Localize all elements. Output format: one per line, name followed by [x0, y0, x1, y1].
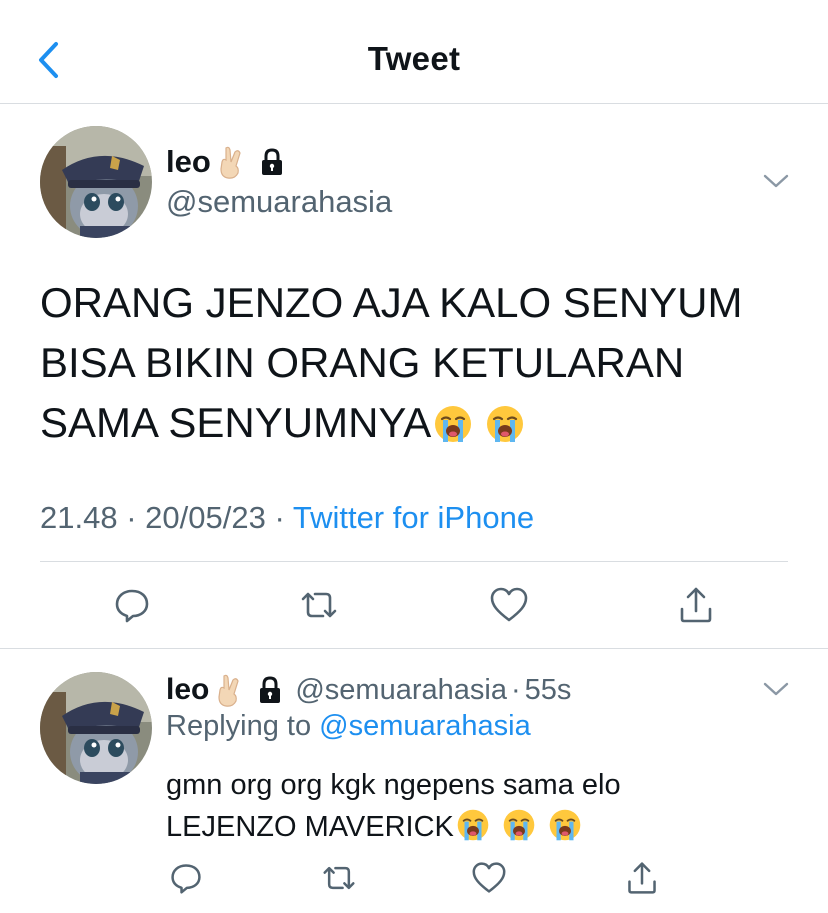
like-button[interactable] [487, 583, 531, 627]
divider [40, 561, 788, 562]
reply-text-line: gmn org org kgk ngepens sama elo [166, 769, 621, 801]
tweet-text: ORANG JENZO AJA KALO SENYUM BISA BIKIN O… [40, 273, 800, 453]
replying-to-mention[interactable]: @semuarahasia [319, 710, 531, 742]
meta-separator: · [274, 500, 285, 535]
retweet-button[interactable] [317, 856, 361, 900]
retweet-button[interactable] [297, 583, 341, 627]
reply-button[interactable] [164, 856, 208, 900]
replying-prefix: Replying to [166, 710, 312, 742]
author-name[interactable]: leo [166, 144, 211, 180]
reply-time-ago: 55s [524, 673, 572, 706]
lock-icon [261, 148, 282, 175]
chevron-down-icon[interactable] [762, 172, 790, 190]
reply-author-name[interactable]: leo [166, 673, 209, 707]
reply-text-line-2: LEJENZO MAVERICK [166, 806, 786, 848]
author-handle[interactable]: @semuarahasia [166, 184, 392, 220]
tweet-source-link[interactable]: Twitter for iPhone [293, 500, 534, 535]
share-button[interactable] [620, 856, 664, 900]
heart-icon [472, 862, 506, 893]
like-button[interactable] [467, 856, 511, 900]
reply-bubble-icon [115, 589, 149, 623]
retweet-icon [323, 866, 355, 890]
meta-separator: · [126, 500, 137, 535]
meta-separator: · [510, 673, 521, 706]
navigation-bar: Tweet [0, 0, 828, 104]
share-icon [628, 862, 656, 894]
reply-button[interactable] [110, 583, 154, 627]
lock-icon [260, 676, 281, 703]
loudly-crying-face-emoji [549, 809, 581, 841]
author-row: leo [166, 142, 285, 182]
tweet-date: 20/05/23 [145, 500, 266, 535]
loudly-crying-face-emoji [487, 406, 524, 442]
tweet-body: ORANG JENZO AJA KALO SENYUM BISA BIKIN O… [40, 279, 743, 446]
tweet-time: 21.48 [40, 500, 118, 535]
reply-bubble-icon [171, 864, 201, 894]
chevron-down-icon[interactable] [762, 680, 790, 698]
reply-author-handle[interactable]: @semuarahasia [295, 674, 507, 707]
reply-author-row: leo @semuarahasia · 55s [166, 670, 571, 710]
share-button[interactable] [674, 583, 718, 627]
heart-icon [490, 587, 528, 622]
retweet-icon [301, 592, 337, 618]
page-title: Tweet [367, 40, 461, 77]
loudly-crying-face-emoji [435, 406, 472, 442]
crossed-fingers-emoji [218, 674, 240, 707]
loudly-crying-face-emoji [457, 809, 489, 841]
avatar[interactable] [40, 126, 152, 238]
share-icon [680, 587, 712, 623]
reply-text-line: LEJENZO MAVERICK [166, 811, 454, 843]
reply-text: gmn org org kgk ngepens sama elo LEJENZO… [166, 764, 786, 848]
loudly-crying-face-emoji [503, 809, 535, 841]
divider [0, 648, 828, 649]
crossed-fingers-emoji [220, 146, 241, 179]
tweet-meta: 21.48 · 20/05/23 · Twitter for iPhone [40, 500, 534, 536]
replying-to: Replying to @semuarahasia [166, 710, 531, 743]
avatar[interactable] [40, 672, 152, 784]
